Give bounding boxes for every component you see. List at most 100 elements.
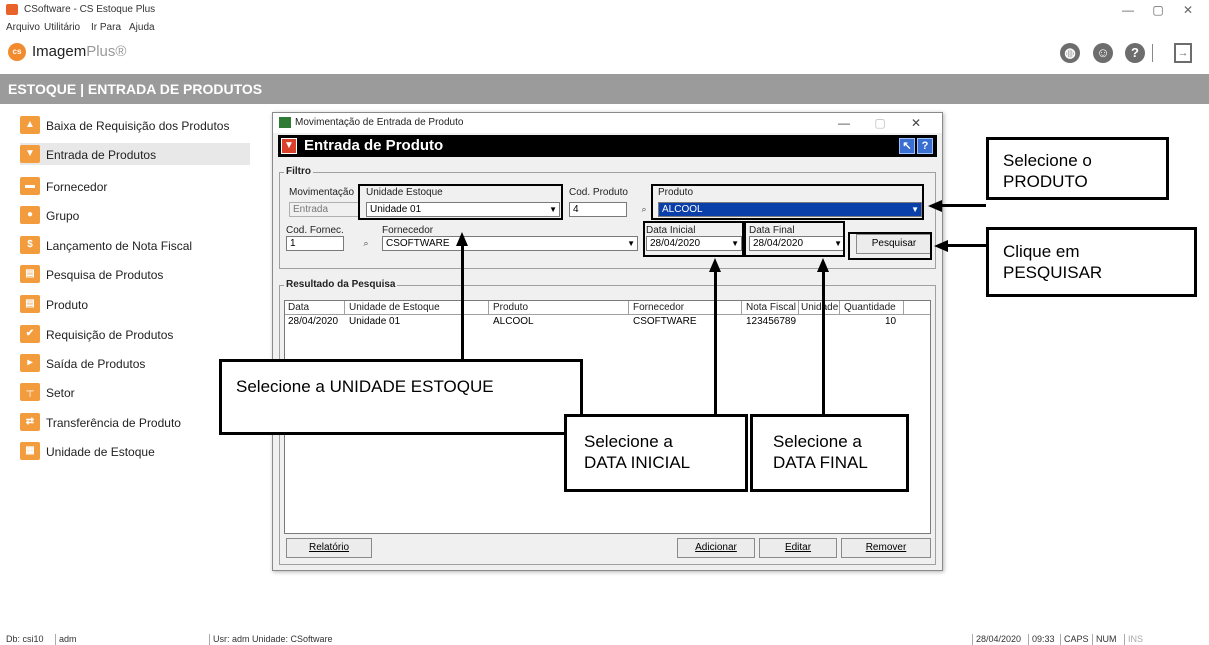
- window-title: CSoftware - CS Estoque Plus: [24, 4, 156, 15]
- request-icon: ✔: [20, 325, 40, 343]
- callout-data-final: Selecione a DATA FINAL: [750, 414, 909, 492]
- brand-logo-icon: cs: [8, 43, 26, 61]
- arrow-head-pesquisar: [934, 240, 948, 252]
- maximize-button[interactable]: ▢: [1144, 2, 1172, 18]
- callout-text: PRODUTO: [1003, 172, 1088, 191]
- column-header-data[interactable]: Data: [288, 302, 309, 313]
- fornecedor-select[interactable]: CSOFTWARE ▼: [382, 236, 638, 251]
- status-bar: Db: csi10 adm Usr: adm Unidade: CSoftwar…: [0, 634, 1209, 645]
- minimize-button[interactable]: —: [1114, 2, 1142, 18]
- column-header-unidade-estoque[interactable]: Unidade de Estoque: [349, 302, 440, 313]
- column-divider[interactable]: [488, 301, 489, 315]
- cod-fornec-field[interactable]: 1: [286, 236, 344, 251]
- sidebar-item-unidade-estoque[interactable]: ▦ Unidade de Estoque: [20, 440, 250, 462]
- column-header-fornecedor[interactable]: Fornecedor: [633, 302, 684, 313]
- adicionar-button[interactable]: Adicionar: [677, 538, 755, 558]
- sidebar-item-label: Entrada de Produtos: [46, 148, 157, 162]
- menu-ir-para[interactable]: Ir Para: [91, 22, 121, 33]
- callout-text: Selecione a UNIDADE ESTOQUE: [236, 377, 494, 396]
- callout-text: Selecione a: [584, 432, 673, 451]
- entrada-produto-dialog: Movimentação de Entrada de Produto — ▢ ✕…: [272, 112, 943, 571]
- table-header: Data Unidade de Estoque Produto Forneced…: [285, 301, 930, 315]
- cell-quantidade: 10: [885, 316, 897, 327]
- remover-button[interactable]: Remover: [841, 538, 931, 558]
- column-header-quantidade[interactable]: Quantidade: [844, 302, 896, 313]
- org-chart-icon: ┬: [20, 383, 40, 401]
- sidebar-item-lancamento-nota[interactable]: $ Lançamento de Nota Fiscal: [20, 234, 250, 256]
- menu-utilitario[interactable]: Utilitário: [44, 22, 80, 33]
- dialog-minimize-button[interactable]: —: [833, 115, 855, 131]
- filter-group-title: Filtro: [284, 166, 313, 177]
- sidebar-item-label: Fornecedor: [46, 180, 108, 194]
- column-divider[interactable]: [344, 301, 345, 315]
- sidebar-item-transferencia[interactable]: ⇄ Transferência de Produto: [20, 411, 250, 433]
- column-divider[interactable]: [798, 301, 799, 315]
- dialog-header: ▼ Entrada de Produto ↖ ?: [278, 135, 937, 157]
- truck-icon: ▬: [20, 177, 40, 195]
- sidebar-item-grupo[interactable]: ● Grupo: [20, 204, 250, 226]
- brand-name: ImagemPlus®: [32, 43, 127, 60]
- callout-produto: Selecione o PRODUTO: [986, 137, 1169, 200]
- chevron-down-icon: ▼: [627, 239, 635, 248]
- group-icon: ●: [20, 206, 40, 224]
- status-user-unit: Usr: adm Unidade: CSoftware: [209, 634, 333, 645]
- relatorio-button[interactable]: Relatório: [286, 538, 372, 558]
- cod-produto-field[interactable]: 4: [569, 202, 627, 217]
- toolbar-divider: [1152, 44, 1153, 62]
- sidebar-item-label: Requisição de Produtos: [46, 328, 174, 342]
- sidebar-item-fornecedor[interactable]: ▬ Fornecedor: [20, 175, 250, 197]
- cell-data: 28/04/2020: [288, 316, 339, 327]
- column-divider[interactable]: [628, 301, 629, 315]
- binoculars-icon[interactable]: ⌕: [636, 202, 652, 217]
- menu-ajuda[interactable]: Ajuda: [129, 22, 155, 33]
- highlight-data-final: [744, 221, 845, 257]
- sidebar-item-baixa-requisicao[interactable]: ▲ Baixa de Requisição dos Produtos: [20, 114, 250, 136]
- sidebar-item-entrada-produtos[interactable]: ▼ Entrada de Produtos: [20, 143, 250, 165]
- help-icon[interactable]: ?: [1125, 43, 1145, 63]
- support-agent-icon[interactable]: ☺: [1093, 43, 1113, 63]
- dialog-header-title: Entrada de Produto: [304, 137, 444, 154]
- dialog-close-button[interactable]: ✕: [905, 115, 927, 131]
- menu-arquivo[interactable]: Arquivo: [6, 22, 40, 33]
- help-cursor-icon[interactable]: ↖: [899, 138, 915, 154]
- sidebar-item-label: Unidade de Estoque: [46, 445, 155, 459]
- highlight-data-inicial: [643, 221, 744, 257]
- column-header-nota-fiscal[interactable]: Nota Fiscal: [746, 302, 796, 313]
- editar-button[interactable]: Editar: [759, 538, 837, 558]
- sidebar-item-label: Setor: [46, 386, 75, 400]
- exit-icon[interactable]: →: [1174, 43, 1192, 63]
- sidebar-item-pesquisa-produtos[interactable]: ▤ Pesquisa de Produtos: [20, 263, 250, 285]
- sidebar-item-label: Pesquisa de Produtos: [46, 268, 164, 282]
- invoice-icon: $: [20, 236, 40, 254]
- box-in-icon: ▼: [20, 145, 40, 163]
- sidebar-item-label: Lançamento de Nota Fiscal: [46, 239, 193, 253]
- arrow-head-unidade: [456, 232, 468, 246]
- callout-pesquisar: Clique em PESQUISAR: [986, 227, 1197, 297]
- column-divider[interactable]: [839, 301, 840, 315]
- help-icon[interactable]: ?: [917, 138, 933, 154]
- sidebar-item-saida-produtos[interactable]: ▸ Saída de Produtos: [20, 352, 250, 374]
- column-header-unidade[interactable]: Unidade: [801, 302, 838, 313]
- sidebar-item-label: Produto: [46, 298, 89, 312]
- sidebar-item-setor[interactable]: ┬ Setor: [20, 381, 250, 403]
- column-header-produto[interactable]: Produto: [493, 302, 528, 313]
- movimentacao-label: Movimentação: [289, 187, 355, 198]
- globe-icon[interactable]: ◍: [1060, 43, 1080, 63]
- arrow-line-data-inicial: [714, 270, 717, 416]
- binoculars-icon[interactable]: ⌕: [358, 236, 374, 251]
- callout-text: DATA INICIAL: [584, 453, 691, 472]
- close-button[interactable]: ✕: [1174, 2, 1202, 18]
- sidebar-item-requisicao[interactable]: ✔ Requisição de Produtos: [20, 323, 250, 345]
- callout-text: Selecione a: [773, 432, 862, 451]
- status-num: NUM: [1092, 634, 1117, 645]
- results-group-title: Resultado da Pesquisa: [284, 279, 398, 290]
- sidebar-item-label: Grupo: [46, 209, 80, 223]
- column-divider[interactable]: [903, 301, 904, 315]
- app-icon: [6, 4, 18, 15]
- callout-text: Clique em: [1003, 242, 1080, 261]
- highlight-produto: [651, 184, 924, 220]
- sidebar-item-produto[interactable]: ▤ Produto: [20, 293, 250, 315]
- dialog-app-icon: [279, 117, 291, 128]
- column-divider[interactable]: [741, 301, 742, 315]
- status-caps: CAPS: [1060, 634, 1089, 645]
